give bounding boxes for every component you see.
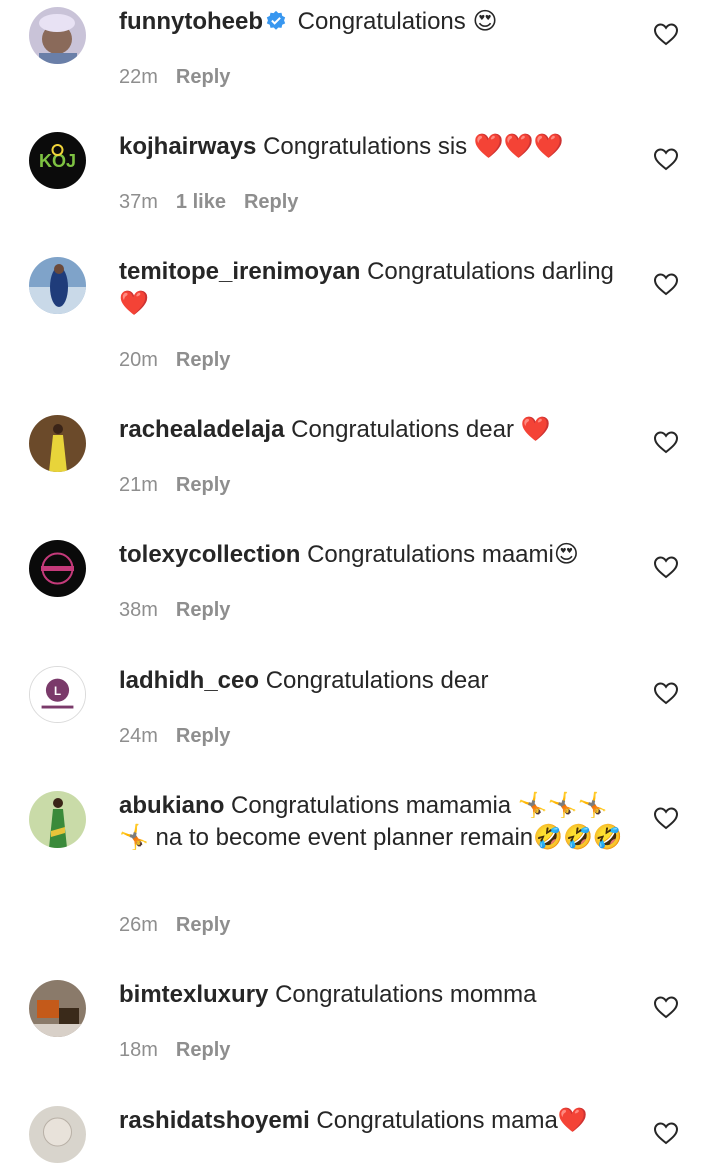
comment-body: Congratulations sis ❤️❤️❤️: [263, 133, 564, 160]
comment-body: Congratulations dear ❤️: [291, 416, 551, 443]
avatar[interactable]: L: [29, 666, 86, 723]
reply-button[interactable]: Reply: [176, 914, 230, 936]
comment-meta: 38m Reply: [119, 597, 230, 623]
reply-button[interactable]: Reply: [176, 1039, 230, 1061]
comment-meta: 24m Reply: [119, 723, 230, 749]
reply-button[interactable]: Reply: [244, 191, 298, 213]
avatar[interactable]: [29, 7, 86, 64]
username[interactable]: rachealadelaja: [119, 416, 284, 443]
comment-body: Congratulations momma: [275, 981, 537, 1008]
like-heart-icon[interactable]: [653, 147, 679, 171]
comment-text: kojhairways Congratulations sis ❤️❤️❤️: [119, 131, 634, 163]
likes-count[interactable]: 1 like: [176, 191, 226, 213]
reply-button[interactable]: Reply: [176, 599, 230, 621]
avatar[interactable]: KOJ: [29, 132, 86, 189]
like-heart-icon[interactable]: [653, 272, 679, 296]
verified-badge-icon: [265, 9, 287, 31]
comment-text: funnytoheeb Congratulations 😍: [119, 6, 634, 38]
like-heart-icon[interactable]: [653, 806, 679, 830]
comment-meta: 21m Reply: [119, 472, 230, 498]
comment-meta: 20m Reply: [119, 347, 230, 373]
avatar[interactable]: [29, 540, 86, 597]
comment-body: Congratulations mama❤️: [316, 1107, 588, 1134]
reply-button[interactable]: Reply: [176, 349, 230, 371]
username[interactable]: temitope_irenimoyan: [119, 258, 360, 285]
avatar[interactable]: [29, 1106, 86, 1163]
username[interactable]: rashidatshoyemi: [119, 1107, 310, 1134]
avatar[interactable]: [29, 980, 86, 1037]
comment-text: rachealadelaja Congratulations dear ❤️: [119, 414, 634, 446]
comment-body: Congratulations maami😍: [307, 541, 579, 568]
reply-button[interactable]: Reply: [176, 66, 230, 88]
comment-text: rashidatshoyemi Congratulations mama❤️: [119, 1105, 634, 1137]
username[interactable]: bimtexluxury: [119, 981, 268, 1008]
timestamp: 26m: [119, 914, 158, 936]
username[interactable]: tolexycollection: [119, 541, 300, 568]
comment-meta: 18m Reply: [119, 1037, 230, 1063]
like-heart-icon[interactable]: [653, 681, 679, 705]
reply-button[interactable]: Reply: [176, 725, 230, 747]
timestamp: 24m: [119, 725, 158, 747]
svg-text:L: L: [54, 686, 61, 698]
username[interactable]: kojhairways: [119, 133, 256, 160]
comment-meta: 22m Reply: [119, 64, 230, 90]
like-heart-icon[interactable]: [653, 22, 679, 46]
avatar[interactable]: [29, 257, 86, 314]
timestamp: 20m: [119, 349, 158, 371]
comment-text: bimtexluxury Congratulations momma: [119, 979, 634, 1011]
comment-body: Congratulations 😍: [297, 8, 498, 35]
like-heart-icon[interactable]: [653, 555, 679, 579]
like-heart-icon[interactable]: [653, 430, 679, 454]
like-heart-icon[interactable]: [653, 1121, 679, 1145]
reply-button[interactable]: Reply: [176, 474, 230, 496]
username[interactable]: ladhidh_ceo: [119, 667, 259, 694]
comment-text: ladhidh_ceo Congratulations dear: [119, 665, 634, 697]
timestamp: 37m: [119, 191, 158, 213]
comment-text: temitope_irenimoyan Congratulations darl…: [119, 256, 634, 320]
comment-meta: 37m 1 like Reply: [119, 189, 298, 215]
timestamp: 18m: [119, 1039, 158, 1061]
username[interactable]: funnytoheeb: [119, 8, 263, 35]
comment-text: tolexycollection Congratulations maami😍: [119, 539, 634, 571]
comment-meta: 26m Reply: [119, 912, 230, 938]
timestamp: 22m: [119, 66, 158, 88]
username[interactable]: abukiano: [119, 792, 224, 819]
timestamp: 38m: [119, 599, 158, 621]
avatar[interactable]: [29, 791, 86, 848]
comment-text: abukiano Congratulations mamamia 🤸🤸🤸🤸 na…: [119, 790, 634, 854]
like-heart-icon[interactable]: [653, 995, 679, 1019]
timestamp: 21m: [119, 474, 158, 496]
comment-body: Congratulations dear: [265, 667, 489, 694]
avatar[interactable]: [29, 415, 86, 472]
